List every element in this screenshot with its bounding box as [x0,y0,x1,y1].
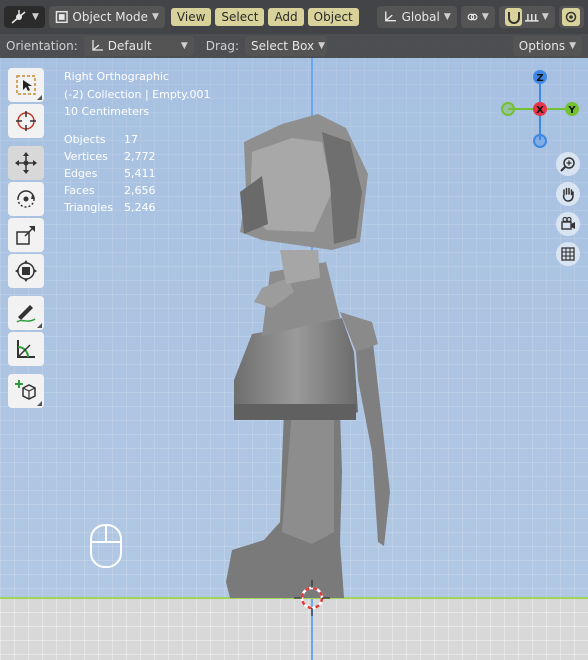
orbit-gizmo-icon [11,10,26,24]
mode-dropdown[interactable]: Object Mode ▼ [48,6,165,28]
drag-label: Drag: [205,39,239,53]
annotate-icon [16,305,36,323]
chevron-down-icon: ▼ [318,41,326,51]
cursor-tool[interactable] [8,104,44,138]
chevron-down-icon: ▼ [481,12,489,22]
proportional-icon [562,8,581,26]
tool-settings-bar: Orientation: Default ▼ Drag: Select Box … [0,34,588,58]
mode-label: Object Mode [72,10,148,24]
grid-scale: 10 Centimeters [64,105,150,118]
stat-row: Edges 5,411 [64,167,156,180]
measure-icon [17,340,35,358]
orientation-label: Orientation: [6,39,78,53]
ortho-toggle-button[interactable] [556,242,580,266]
move-tool[interactable] [8,146,44,180]
stat-row: Triangles 5,246 [64,201,156,214]
hand-pan-icon [562,187,574,202]
rotate-icon [17,190,35,208]
rotate-tool[interactable] [8,182,44,216]
viewport-header: ▼ Object Mode ▼ View Select Add Object G… [0,0,588,34]
viewport-info: Right Orthographic (-2) Collection | Emp… [64,68,211,121]
move-icon [15,152,37,174]
add-cube-tool[interactable] [8,374,44,408]
object-mode-icon [55,10,68,24]
navigation-gizmo[interactable]: Z Y X [498,66,588,150]
stat-row: Objects 17 [64,133,138,146]
menu-object[interactable]: Object [307,8,359,26]
axes-icon [92,40,103,51]
select-box-icon [16,75,36,95]
left-toolbar [8,68,44,408]
transform-orientation-dropdown[interactable]: Global ▼ [376,6,457,28]
snap-toggle[interactable] [504,8,523,26]
scale-tool[interactable] [8,218,44,252]
cursor-icon [16,111,36,131]
annotate-tool[interactable] [8,296,44,330]
chevron-down-icon: ▼ [152,12,159,22]
add-cube-icon [15,380,36,400]
gizmo-neg-y-axis[interactable] [501,102,515,116]
menu-view[interactable]: View [170,8,212,26]
measure-tool[interactable] [8,332,44,366]
chevron-down-icon: ▼ [32,12,39,22]
camera-icon [561,216,575,230]
pan-button[interactable] [556,182,580,206]
gizmo-z-label: Z [536,73,543,84]
header-menus: View Select Add Object [170,8,359,26]
zoom-button[interactable] [556,152,580,176]
select-box-tool[interactable] [8,68,44,102]
chevron-down-icon: ▼ [541,12,549,22]
editor-type-button[interactable]: ▼ [4,6,45,28]
chevron-down-icon: ▼ [180,41,188,51]
menu-select[interactable]: Select [215,8,265,26]
chevron-down-icon: ▼ [443,12,451,22]
character-model[interactable] [222,112,402,602]
mouse-icon [90,524,122,568]
magnet-icon [507,12,520,24]
options-dropdown[interactable]: Options ▼ [512,36,582,56]
transform-space-label: Global [401,10,440,24]
transform-tool[interactable] [8,254,44,288]
gizmo-y-label: Y [567,105,576,116]
snap-controls[interactable]: ▼ [498,6,555,28]
snap-increment-icon [525,14,539,22]
gizmo-x-label: X [536,105,544,116]
axes-icon [384,11,396,22]
orientation-value: Default [107,39,152,53]
scale-icon [16,226,35,245]
options-label: Options [518,39,566,53]
stat-row: Vertices 2,772 [64,150,156,163]
link-icon [467,13,478,21]
drag-dropdown[interactable]: Select Box ▼ [244,36,327,56]
3d-cursor-icon[interactable] [294,580,330,616]
proportional-editing-toggle[interactable] [558,6,584,28]
drag-value: Select Box [250,39,315,53]
gizmo-neg-z-axis[interactable] [533,134,547,148]
zoom-icon [560,157,575,172]
camera-view-button[interactable] [556,212,580,236]
grid-icon [561,247,575,261]
scene-statistics: Objects 17 Vertices 2,772 Edges 5,411 Faces… [64,131,156,216]
transform-icon [15,260,37,282]
stat-row: Faces 2,656 [64,184,156,197]
view-name: Right Orthographic [64,70,169,83]
pivot-dropdown[interactable]: ▼ [460,6,495,28]
orientation-dropdown[interactable]: Default ▼ [83,36,194,56]
collection-info: (-2) Collection | Empty.001 [64,87,211,101]
menu-add[interactable]: Add [268,8,304,26]
chevron-down-icon: ▼ [569,41,576,51]
